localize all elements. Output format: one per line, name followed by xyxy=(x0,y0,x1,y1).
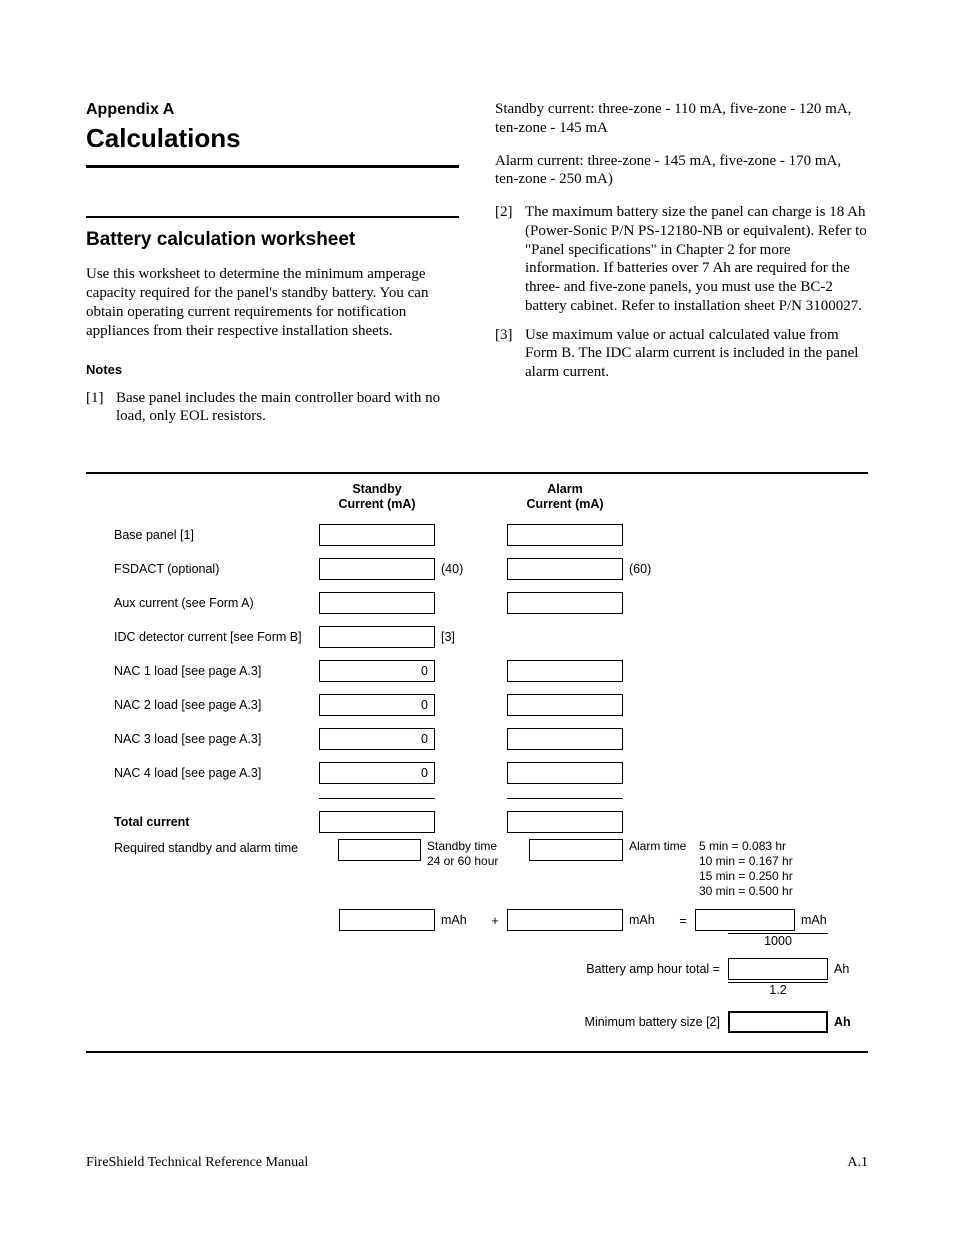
mah-unit: mAh xyxy=(623,913,671,927)
note-number: [3] xyxy=(495,326,525,382)
alarm-mah-input[interactable] xyxy=(507,909,623,931)
left-column: Appendix A Calculations Battery calculat… xyxy=(86,100,459,436)
mah-equation-row: mAh + mAh = mAh xyxy=(114,909,868,931)
alarm-input[interactable] xyxy=(507,660,623,682)
alarm-input[interactable] xyxy=(507,592,623,614)
table-header-row: Standby Current (mA) Alarm Current (mA) xyxy=(114,480,868,514)
note-text: Use maximum value or actual calculated v… xyxy=(525,326,868,382)
alarm-input[interactable] xyxy=(507,728,623,750)
battery-worksheet-table: Standby Current (mA) Alarm Current (mA) … xyxy=(86,472,868,1053)
ah-unit: Ah xyxy=(828,962,868,976)
footer-page-number: A.1 xyxy=(847,1155,868,1171)
page-footer: FireShield Technical Reference Manual A.… xyxy=(86,1155,868,1171)
standby-input[interactable] xyxy=(319,558,435,580)
note-number: [2] xyxy=(495,203,525,316)
note-number: [1] xyxy=(86,389,116,427)
plus-operator: + xyxy=(483,913,507,928)
standby-hint: [3] xyxy=(435,630,483,644)
standby-input[interactable] xyxy=(319,524,435,546)
total-alarm-input[interactable] xyxy=(507,811,623,833)
standby-hint: (40) xyxy=(435,562,483,576)
row-label: Base panel [1] xyxy=(114,528,319,542)
total-standby-input[interactable] xyxy=(319,811,435,833)
time-conversion-note: 5 min = 0.083 hr 10 min = 0.167 hr 15 mi… xyxy=(695,839,793,899)
min-battery-size-input[interactable] xyxy=(728,1011,828,1033)
right-column: Standby current: three-zone - 110 mA, fi… xyxy=(495,100,868,436)
alarm-time-hint: Alarm time xyxy=(623,839,695,854)
section-rule xyxy=(86,216,459,218)
appendix-title: Calculations xyxy=(86,122,459,155)
note-item: [2]The maximum battery size the panel ca… xyxy=(495,203,868,316)
total-mah-input[interactable] xyxy=(695,909,795,931)
alarm-input[interactable] xyxy=(507,762,623,784)
row-label: FSDACT (optional) xyxy=(114,562,319,576)
alarm-input[interactable] xyxy=(507,524,623,546)
table-row: NAC 3 load [see page A.3]0 xyxy=(114,722,868,756)
standby-input[interactable] xyxy=(319,592,435,614)
table-row: NAC 1 load [see page A.3]0 xyxy=(114,654,868,688)
alarm-input[interactable] xyxy=(507,694,623,716)
table-row: Base panel [1] xyxy=(114,518,868,552)
multiplier-row: 1.2 xyxy=(114,982,868,997)
table-row: NAC 2 load [see page A.3]0 xyxy=(114,688,868,722)
row-label: NAC 2 load [see page A.3] xyxy=(114,698,319,712)
row-label: NAC 3 load [see page A.3] xyxy=(114,732,319,746)
min-battery-size-label: Minimum battery size [2] xyxy=(114,1015,728,1029)
required-time-label: Required standby and alarm time xyxy=(114,839,319,855)
divisor-1000-row: 1000 xyxy=(114,933,868,948)
alarm-input[interactable] xyxy=(507,558,623,580)
row-label: IDC detector current [see Form B] xyxy=(114,630,319,644)
mah-unit: mAh xyxy=(435,913,483,927)
mah-unit: mAh xyxy=(795,913,835,927)
col-header-alarm: Alarm Current (mA) xyxy=(507,482,623,512)
alarm-hint: (60) xyxy=(623,562,671,576)
subtotal-rule xyxy=(507,798,623,799)
alarm-time-input[interactable] xyxy=(529,839,623,861)
standby-current-note: Standby current: three-zone - 110 mA, fi… xyxy=(495,100,868,138)
note-text: The maximum battery size the panel can c… xyxy=(525,203,868,316)
appendix-label: Appendix A xyxy=(86,100,459,120)
table-row: FSDACT (optional) (40) (60) xyxy=(114,552,868,586)
min-battery-size-row: Minimum battery size [2] Ah xyxy=(114,1011,868,1033)
table-row: NAC 4 load [see page A.3]0 xyxy=(114,756,868,790)
standby-time-input[interactable] xyxy=(338,839,421,861)
multiplier-1-2: 1.2 xyxy=(728,982,828,997)
battery-ah-total-input[interactable] xyxy=(728,958,828,980)
row-label: NAC 4 load [see page A.3] xyxy=(114,766,319,780)
standby-input[interactable] xyxy=(319,626,435,648)
table-row: IDC detector current [see Form B] [3] xyxy=(114,620,868,654)
standby-input[interactable]: 0 xyxy=(319,660,435,682)
alarm-current-note: Alarm current: three-zone - 145 mA, five… xyxy=(495,152,868,190)
note-text: Base panel includes the main controller … xyxy=(116,389,459,427)
note-item: [3]Use maximum value or actual calculate… xyxy=(495,326,868,382)
row-label: NAC 1 load [see page A.3] xyxy=(114,664,319,678)
notes-heading: Notes xyxy=(86,362,459,378)
standby-input[interactable]: 0 xyxy=(319,762,435,784)
footer-doc-title: FireShield Technical Reference Manual xyxy=(86,1155,308,1171)
required-time-row: Required standby and alarm time Standby … xyxy=(114,839,868,899)
col-header-standby: Standby Current (mA) xyxy=(319,482,435,512)
note-item: [1]Base panel includes the main controll… xyxy=(86,389,459,427)
battery-ah-total-row: Battery amp hour total = Ah xyxy=(114,958,868,980)
section-title: Battery calculation worksheet xyxy=(86,228,459,252)
total-current-label: Total current xyxy=(114,815,319,829)
standby-mah-input[interactable] xyxy=(339,909,435,931)
equals-operator: = xyxy=(671,913,695,928)
standby-input[interactable]: 0 xyxy=(319,728,435,750)
ah-unit-bold: Ah xyxy=(828,1015,868,1029)
intro-paragraph: Use this worksheet to determine the mini… xyxy=(86,265,459,340)
standby-time-hint: Standby time 24 or 60 hour xyxy=(421,839,507,869)
subtotal-rule xyxy=(319,798,435,799)
total-current-row: Total current xyxy=(114,805,868,839)
standby-input[interactable]: 0 xyxy=(319,694,435,716)
battery-ah-total-label: Battery amp hour total = xyxy=(114,962,728,976)
heavy-rule xyxy=(86,165,459,168)
divisor-1000: 1000 xyxy=(728,933,828,948)
row-label: Aux current (see Form A) xyxy=(114,596,319,610)
table-row: Aux current (see Form A) xyxy=(114,586,868,620)
